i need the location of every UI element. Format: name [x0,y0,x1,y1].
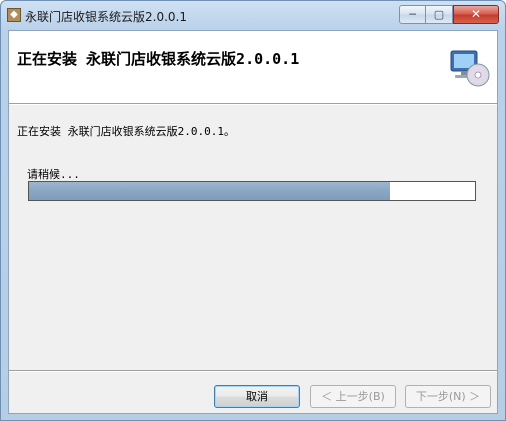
install-progress-bar [28,181,476,201]
cancel-button[interactable]: 取消 [214,385,300,408]
footer-divider-highlight [9,371,497,372]
dialog-body: 正在安装 永联门店收银系统云版2.0.0.1 正在安装 永联门店收银系统云版2.… [8,30,498,414]
header-banner: 正在安装 永联门店收银系统云版2.0.0.1 [9,31,497,104]
progress-fill [29,182,390,200]
status-message: 正在安装 永联门店收银系统云版2.0.0.1。 [17,125,235,138]
wait-label: 请稍候... [27,168,80,181]
banner-divider [9,104,497,105]
next-button[interactable]: 下一步(N) ＞ [405,385,491,408]
installer-window: ◆ 永联门店收银系统云版2.0.0.1 ─ ▢ ✕ 正在安装 永联门店收银系统云… [0,0,506,421]
maximize-button[interactable]: ▢ [426,5,453,24]
title-bar[interactable]: ◆ 永联门店收银系统云版2.0.0.1 ─ ▢ ✕ [1,1,505,29]
previous-button[interactable]: ＜ 上一步(B) [310,385,396,408]
minimize-button[interactable]: ─ [399,5,426,24]
banner-title: 正在安装 永联门店收银系统云版2.0.0.1 [17,50,300,68]
window-title: 永联门店收银系统云版2.0.0.1 [25,10,187,24]
installer-app-icon: ◆ [7,8,21,22]
close-button[interactable]: ✕ [453,5,499,24]
computer-cd-icon [450,50,490,87]
